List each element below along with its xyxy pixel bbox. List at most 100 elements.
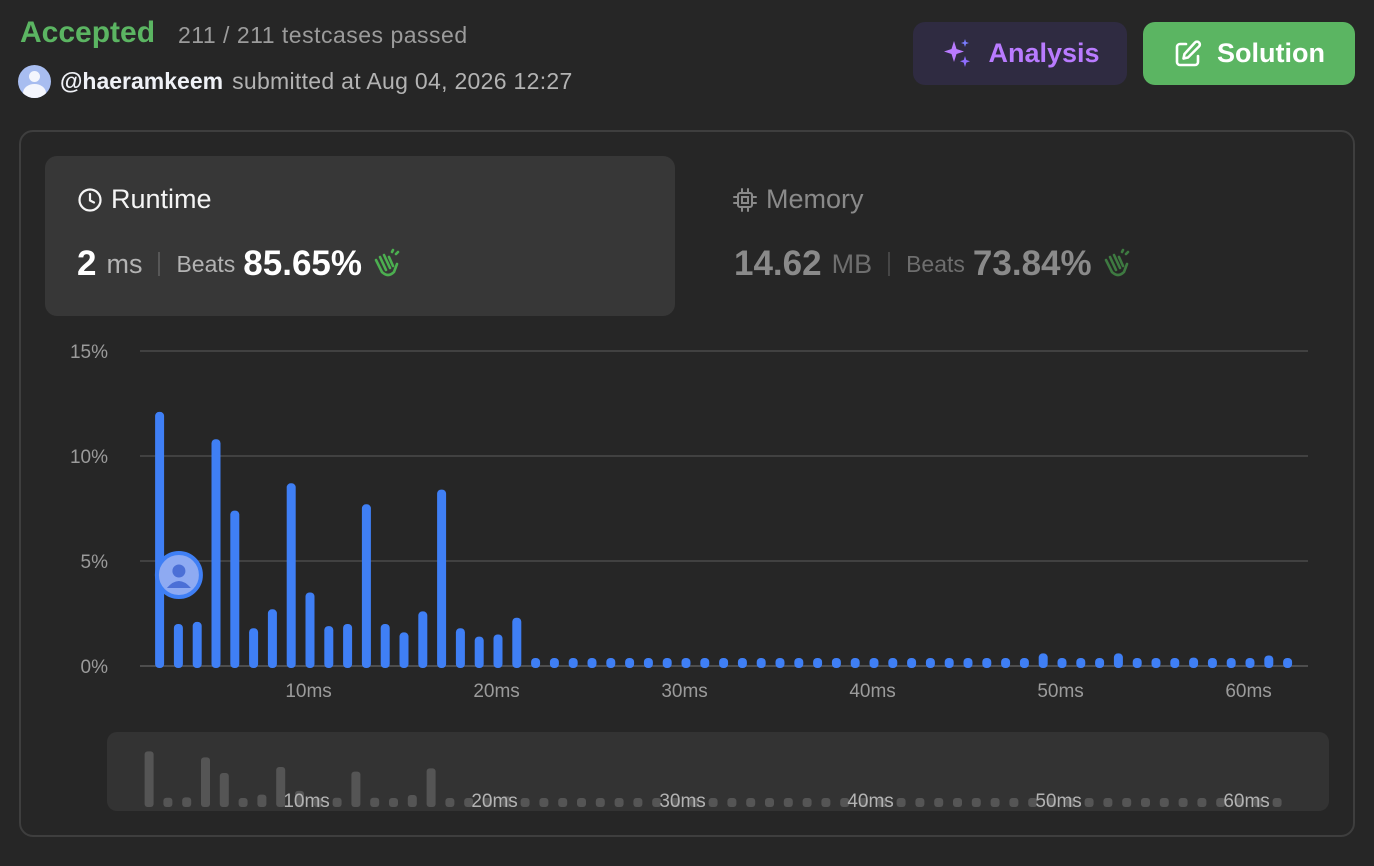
overview-tick-label: 20ms bbox=[471, 791, 517, 812]
runtime-bar[interactable] bbox=[192, 621, 202, 668]
runtime-bar[interactable] bbox=[794, 658, 804, 668]
runtime-bar[interactable] bbox=[756, 658, 766, 668]
overview-bar bbox=[351, 771, 361, 807]
overview-bar bbox=[332, 797, 342, 807]
marker-avatar-head bbox=[172, 564, 186, 578]
runtime-bar[interactable] bbox=[831, 658, 841, 668]
runtime-bar[interactable] bbox=[549, 658, 559, 668]
runtime-bar[interactable] bbox=[944, 658, 954, 668]
runtime-bar[interactable] bbox=[399, 632, 409, 668]
runtime-bar[interactable] bbox=[455, 628, 465, 668]
runtime-bar[interactable] bbox=[380, 624, 390, 668]
overview-bar bbox=[953, 798, 962, 807]
runtime-bar[interactable] bbox=[324, 626, 334, 668]
overview-bar bbox=[163, 797, 173, 807]
overview-bar bbox=[389, 798, 398, 807]
overview-bar bbox=[934, 798, 944, 807]
runtime-bar[interactable] bbox=[888, 658, 898, 668]
overview-tick-label: 50ms bbox=[1035, 791, 1081, 812]
runtime-bar[interactable] bbox=[1132, 658, 1142, 668]
runtime-bar[interactable] bbox=[850, 658, 860, 668]
runtime-bar[interactable] bbox=[606, 658, 616, 668]
runtime-bar[interactable] bbox=[1057, 658, 1067, 668]
runtime-bar[interactable] bbox=[1151, 658, 1161, 668]
runtime-bar[interactable] bbox=[775, 658, 785, 668]
runtime-bar[interactable] bbox=[1245, 658, 1255, 668]
overview-bar bbox=[1159, 798, 1169, 807]
runtime-bar[interactable] bbox=[493, 634, 503, 669]
runtime-bar[interactable] bbox=[211, 439, 221, 668]
overview-bar bbox=[915, 798, 925, 807]
overview-bar bbox=[727, 798, 737, 807]
runtime-bar[interactable] bbox=[1189, 657, 1199, 668]
runtime-bar[interactable] bbox=[1264, 655, 1274, 669]
runtime-bar[interactable] bbox=[1283, 658, 1293, 668]
runtime-bar[interactable] bbox=[267, 609, 277, 668]
runtime-bar[interactable] bbox=[343, 624, 353, 668]
overview-bar bbox=[783, 798, 793, 807]
runtime-bar[interactable] bbox=[1113, 653, 1123, 668]
y-tick-label: 15% bbox=[70, 342, 108, 363]
overview-bar bbox=[746, 798, 756, 807]
runtime-bar[interactable] bbox=[361, 504, 371, 668]
overview-tick-label: 30ms bbox=[659, 791, 705, 812]
overview-bar bbox=[1009, 798, 1019, 807]
runtime-bar[interactable] bbox=[418, 611, 428, 668]
overview-bar bbox=[238, 798, 248, 807]
runtime-bar[interactable] bbox=[1170, 658, 1180, 668]
runtime-bar[interactable] bbox=[662, 658, 672, 668]
runtime-bar[interactable] bbox=[568, 658, 578, 668]
runtime-bar[interactable] bbox=[587, 658, 597, 668]
overview-bar bbox=[426, 768, 436, 807]
runtime-bar[interactable] bbox=[155, 411, 165, 668]
runtime-bar[interactable] bbox=[1019, 658, 1029, 668]
overview-bar bbox=[201, 757, 210, 807]
overview-bar bbox=[765, 798, 774, 807]
runtime-bar[interactable] bbox=[719, 658, 729, 668]
runtime-bar[interactable] bbox=[681, 658, 691, 668]
runtime-bar[interactable] bbox=[737, 658, 747, 668]
runtime-bar[interactable] bbox=[963, 658, 973, 668]
x-tick-label: 50ms bbox=[1037, 681, 1083, 702]
overview-bar bbox=[577, 798, 586, 807]
runtime-bar[interactable] bbox=[531, 658, 541, 668]
runtime-bar[interactable] bbox=[925, 658, 935, 668]
runtime-bar[interactable] bbox=[173, 624, 183, 668]
runtime-bar[interactable] bbox=[1001, 658, 1011, 668]
runtime-bar[interactable] bbox=[1038, 653, 1048, 668]
runtime-bar[interactable] bbox=[1226, 658, 1236, 668]
x-tick-label: 10ms bbox=[285, 681, 331, 702]
x-tick-label: 20ms bbox=[473, 681, 519, 702]
runtime-bar[interactable] bbox=[474, 636, 484, 668]
overview-bar bbox=[1103, 798, 1113, 807]
runtime-bar[interactable] bbox=[625, 658, 635, 668]
runtime-bar[interactable] bbox=[286, 483, 296, 668]
runtime-bar[interactable] bbox=[512, 617, 522, 668]
overview-bar bbox=[614, 798, 624, 807]
runtime-bar[interactable] bbox=[907, 658, 917, 668]
overview-bar bbox=[520, 798, 530, 807]
runtime-bar[interactable] bbox=[1076, 658, 1086, 668]
runtime-bar[interactable] bbox=[230, 510, 240, 668]
runtime-bar[interactable] bbox=[249, 628, 259, 668]
runtime-bar[interactable] bbox=[813, 658, 823, 668]
runtime-bar[interactable] bbox=[643, 658, 653, 668]
overview-bar bbox=[896, 798, 906, 807]
overview-bar bbox=[1272, 798, 1282, 807]
overview-bar bbox=[971, 798, 981, 807]
runtime-bar[interactable] bbox=[437, 489, 447, 668]
runtime-bar[interactable] bbox=[1095, 658, 1105, 668]
runtime-bar[interactable] bbox=[700, 658, 710, 668]
runtime-bar[interactable] bbox=[1207, 658, 1217, 668]
overview-bar bbox=[708, 798, 718, 807]
y-tick-label: 10% bbox=[70, 447, 108, 468]
runtime-bar[interactable] bbox=[982, 658, 992, 668]
overview-bar bbox=[1084, 798, 1094, 807]
overview-bar bbox=[370, 797, 380, 807]
overview-bar bbox=[182, 797, 192, 807]
overview-bar bbox=[990, 798, 1000, 807]
runtime-bar[interactable] bbox=[869, 658, 879, 668]
runtime-bar[interactable] bbox=[305, 592, 315, 669]
y-tick-label: 0% bbox=[81, 657, 109, 678]
your-submission-marker[interactable] bbox=[154, 551, 203, 599]
